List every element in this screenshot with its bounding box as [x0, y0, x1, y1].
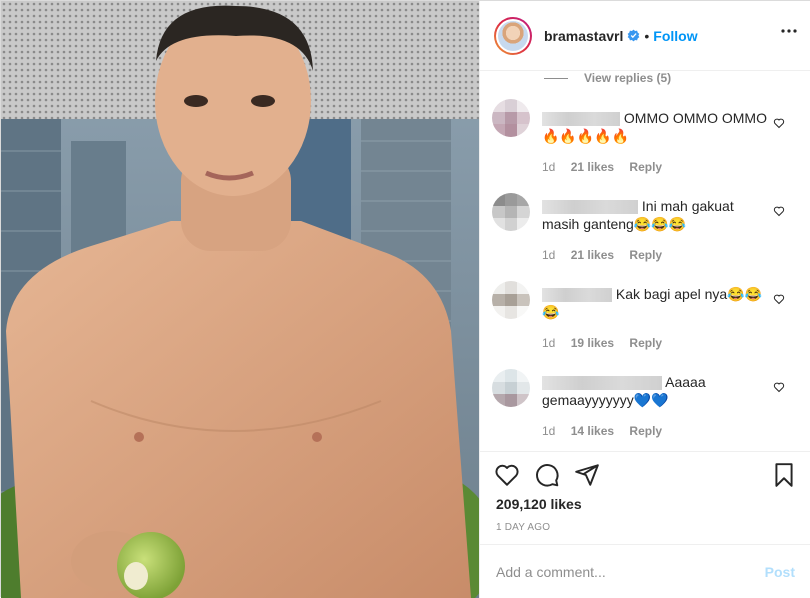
post-photo-image — [1, 1, 479, 598]
comment-time[interactable]: 1d — [542, 160, 555, 174]
post-photo[interactable] — [1, 1, 479, 598]
reply-button[interactable]: Reply — [629, 248, 662, 262]
comment-time[interactable]: 1d — [542, 336, 555, 350]
comment-meta: 1d 14 likes Reply — [542, 424, 674, 438]
comment-meta: 1d 21 likes Reply — [542, 248, 674, 262]
view-replies-label: View replies (5) — [584, 71, 672, 85]
commenter-name-blurred[interactable] — [542, 376, 662, 391]
commenter-avatar-blurred[interactable] — [492, 99, 530, 137]
heart-icon[interactable] — [494, 462, 520, 488]
comment-likes[interactable]: 14 likes — [571, 424, 614, 438]
comment-meta: 1d 19 likes Reply — [542, 336, 674, 350]
reply-button[interactable]: Reply — [629, 424, 662, 438]
post-actions: 209,120 likes 1 DAY AGO — [480, 451, 810, 541]
comment-input[interactable] — [496, 563, 765, 580]
comment-like-icon[interactable] — [773, 117, 785, 129]
comment-text: Kak bagi apel nya😂😂😂 — [542, 285, 773, 321]
comment-text: Ini mah gakuat masih ganteng😂😂😂 — [542, 197, 773, 233]
reply-button[interactable]: Reply — [629, 160, 662, 174]
post-header: bramastavrl • Follow — [480, 1, 810, 71]
share-icon[interactable] — [574, 462, 600, 488]
author-avatar[interactable] — [494, 16, 532, 55]
comment-likes[interactable]: 21 likes — [571, 248, 614, 262]
bookmark-icon[interactable] — [771, 462, 797, 488]
comment-like-icon[interactable] — [773, 381, 785, 393]
replies-divider — [544, 77, 568, 79]
comment-text: OMMO OMMO OMMO🔥🔥🔥🔥🔥 — [542, 109, 773, 145]
post-sidebar: bramastavrl • Follow View replies (5) OM… — [479, 1, 810, 598]
header-separator: • — [644, 27, 650, 44]
add-comment-bar: Post — [480, 544, 810, 598]
comment-time[interactable]: 1d — [542, 424, 555, 438]
likes-count[interactable]: 209,120 likes — [496, 496, 582, 512]
comment-like-icon[interactable] — [773, 205, 785, 217]
view-replies-button[interactable]: View replies (5) — [480, 71, 671, 85]
post-button[interactable]: Post — [765, 564, 795, 580]
comment-likes[interactable]: 19 likes — [571, 336, 614, 350]
commenter-name-blurred[interactable] — [542, 112, 620, 127]
instagram-post-window: bramastavrl • Follow View replies (5) OM… — [0, 0, 810, 598]
commenter-avatar-blurred[interactable] — [492, 369, 530, 407]
commenter-avatar-blurred[interactable] — [492, 281, 530, 319]
comment-icon[interactable] — [534, 462, 560, 488]
comment-time[interactable]: 1d — [542, 248, 555, 262]
reply-button[interactable]: Reply — [629, 336, 662, 350]
comment-likes[interactable]: 21 likes — [571, 160, 614, 174]
commenter-name-blurred[interactable] — [542, 288, 612, 303]
post-date[interactable]: 1 DAY AGO — [496, 522, 550, 533]
comment-text: Aaaaa gemaayyyyyyy💙💙 — [542, 373, 773, 409]
commenter-name-blurred[interactable] — [542, 200, 638, 215]
comment-meta: 1d 21 likes Reply — [542, 160, 674, 174]
follow-button[interactable]: Follow — [653, 28, 697, 44]
author-username[interactable]: bramastavrl — [544, 28, 623, 44]
verified-icon — [628, 29, 640, 42]
commenter-avatar-blurred[interactable] — [492, 193, 530, 231]
comment-like-icon[interactable] — [773, 293, 785, 305]
more-icon[interactable] — [781, 29, 797, 33]
comments-list: View replies (5) OMMO OMMO OMMO🔥🔥🔥🔥🔥 1d … — [480, 71, 810, 451]
